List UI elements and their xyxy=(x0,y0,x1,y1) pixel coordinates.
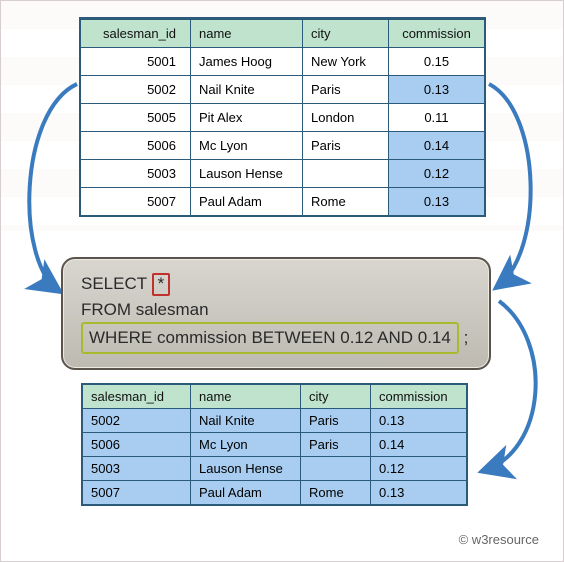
table-cell: Pit Alex xyxy=(191,104,303,132)
col-header-name: name xyxy=(191,385,301,409)
table-cell: 5002 xyxy=(81,76,191,104)
table-cell xyxy=(301,457,371,481)
sql-statement-box: SELECT * FROM salesman WHERE commission … xyxy=(61,257,491,370)
table-cell: 5006 xyxy=(81,132,191,160)
table-cell: 0.11 xyxy=(389,104,485,132)
table-cell: Paris xyxy=(301,409,371,433)
table-cell: Nail Knite xyxy=(191,76,303,104)
table-cell: 5003 xyxy=(81,160,191,188)
table-cell: Rome xyxy=(301,481,371,505)
table-cell xyxy=(303,160,389,188)
table-cell: 5006 xyxy=(83,433,191,457)
table-cell: Paul Adam xyxy=(191,481,301,505)
sql-where-line-wrap: WHERE commission BETWEEN 0.12 AND 0.14 ; xyxy=(81,322,471,354)
result-table: salesman_id name city commission 5002Nai… xyxy=(81,383,468,506)
table-cell: 5007 xyxy=(83,481,191,505)
source-table-grid: salesman_id name city commission 5001Jam… xyxy=(80,19,485,216)
sql-where-clause: WHERE commission BETWEEN 0.12 AND 0.14 xyxy=(81,322,459,354)
table-row: 5003Lauson Hense 0.12 xyxy=(83,457,467,481)
table-cell: 0.13 xyxy=(389,188,485,216)
table-header-row: salesman_id name city commission xyxy=(83,385,467,409)
table-cell: 5001 xyxy=(81,48,191,76)
table-cell: New York xyxy=(303,48,389,76)
attribution-badge: © w3resource xyxy=(449,528,549,551)
table-cell: 0.12 xyxy=(371,457,467,481)
table-row: 5002Nail KniteParis0.13 xyxy=(81,76,485,104)
col-header-city: city xyxy=(301,385,371,409)
source-table: salesman_id name city commission 5001Jam… xyxy=(79,17,486,217)
table-row: 5006Mc LyonParis0.14 xyxy=(83,433,467,457)
table-cell: 5005 xyxy=(81,104,191,132)
result-table-grid: salesman_id name city commission 5002Nai… xyxy=(82,384,467,505)
table-row: 5003Lauson Hense 0.12 xyxy=(81,160,485,188)
table-row: 5006Mc LyonParis0.14 xyxy=(81,132,485,160)
col-header-commission: commission xyxy=(389,20,485,48)
sql-select-line: SELECT * xyxy=(81,271,471,297)
table-cell: Lauson Hense xyxy=(191,457,301,481)
table-cell: Lauson Hense xyxy=(191,160,303,188)
table-cell: Paris xyxy=(303,132,389,160)
table-cell: 0.12 xyxy=(389,160,485,188)
col-header-name: name xyxy=(191,20,303,48)
table-cell: 5003 xyxy=(83,457,191,481)
table-cell: 0.13 xyxy=(371,481,467,505)
sql-from-line: FROM salesman xyxy=(81,297,471,323)
table-cell: 0.13 xyxy=(389,76,485,104)
table-cell: James Hoog xyxy=(191,48,303,76)
table-cell: 5007 xyxy=(81,188,191,216)
table-cell: Paris xyxy=(303,76,389,104)
table-header-row: salesman_id name city commission xyxy=(81,20,485,48)
col-header-city: city xyxy=(303,20,389,48)
table-cell: Mc Lyon xyxy=(191,132,303,160)
table-cell: 0.13 xyxy=(371,409,467,433)
table-cell: 0.15 xyxy=(389,48,485,76)
table-cell: 5002 xyxy=(83,409,191,433)
sql-select-keyword: SELECT xyxy=(81,274,147,293)
table-cell: Nail Knite xyxy=(191,409,301,433)
table-row: 5005Pit AlexLondon0.11 xyxy=(81,104,485,132)
table-row: 5002Nail KniteParis0.13 xyxy=(83,409,467,433)
sql-terminator: ; xyxy=(464,328,469,347)
table-cell: 0.14 xyxy=(371,433,467,457)
table-cell: 0.14 xyxy=(389,132,485,160)
diagram-canvas: salesman_id name city commission 5001Jam… xyxy=(0,0,564,562)
table-row: 5007Paul AdamRome0.13 xyxy=(81,188,485,216)
table-cell: Paris xyxy=(301,433,371,457)
table-row: 5007Paul AdamRome0.13 xyxy=(83,481,467,505)
table-cell: Rome xyxy=(303,188,389,216)
sql-star: * xyxy=(152,273,171,296)
col-header-salesman_id: salesman_id xyxy=(81,20,191,48)
col-header-salesman_id: salesman_id xyxy=(83,385,191,409)
table-row: 5001James HoogNew York0.15 xyxy=(81,48,485,76)
col-header-commission: commission xyxy=(371,385,467,409)
table-cell: Mc Lyon xyxy=(191,433,301,457)
table-cell: Paul Adam xyxy=(191,188,303,216)
table-cell: London xyxy=(303,104,389,132)
